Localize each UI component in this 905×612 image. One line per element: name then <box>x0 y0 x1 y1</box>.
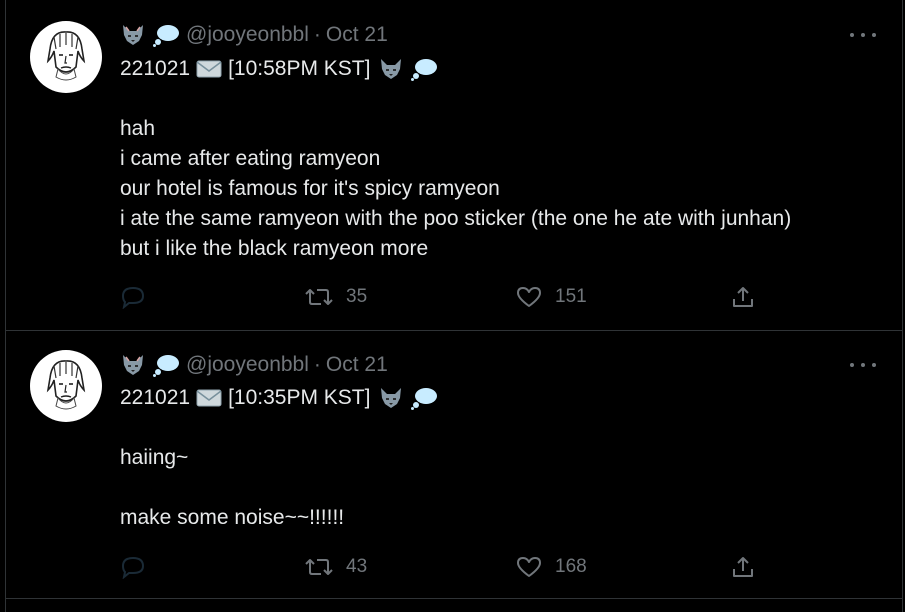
envelope-icon <box>196 388 222 408</box>
retweet-count: 43 <box>346 556 368 577</box>
tweet-line-id: 221021 <box>120 386 191 409</box>
tweet-body: 221021 [10:58PM KST] hah i came after ea… <box>120 54 791 264</box>
retweet-count: 35 <box>346 286 368 307</box>
tweet-text-line: our hotel is famous for it's spicy ramye… <box>120 177 500 200</box>
envelope-icon <box>196 59 222 79</box>
tweet-2[interactable]: @jooyeonbbl · Oct 21 221021 [10:35PM KST… <box>6 331 902 599</box>
avatar-sketch-icon <box>46 360 86 410</box>
tweet-text-line <box>120 473 444 503</box>
tweet-line-time: [10:35PM KST] <box>228 386 371 409</box>
share-icon <box>733 287 753 307</box>
retweet-icon <box>305 559 333 575</box>
tweet-handle[interactable]: @jooyeonbbl <box>186 353 309 377</box>
tweet-handle[interactable]: @jooyeonbbl <box>186 23 309 47</box>
like-button[interactable]: 168 <box>515 552 587 582</box>
reply-icon <box>121 556 145 579</box>
thought-bubble-icon <box>152 353 180 377</box>
tweet-date[interactable]: Oct 21 <box>326 23 388 47</box>
wolf-icon <box>378 386 404 410</box>
tweet-header: @jooyeonbbl · Oct 21 <box>120 22 388 48</box>
heart-icon <box>517 557 541 577</box>
tweet-actions: 43 168 <box>120 552 760 582</box>
like-button[interactable]: 151 <box>515 282 587 312</box>
share-icon <box>733 557 753 577</box>
retweet-icon <box>305 289 333 305</box>
reply-button[interactable] <box>120 282 146 312</box>
avatar-sketch-icon <box>46 31 86 81</box>
like-count: 168 <box>555 556 587 577</box>
reply-button[interactable] <box>120 552 146 582</box>
retweet-button[interactable]: 35 <box>304 282 367 312</box>
tweet-header: @jooyeonbbl · Oct 21 <box>120 352 388 378</box>
more-options-icon[interactable] <box>850 355 876 375</box>
tweet-title-line: 221021 [10:58PM KST] <box>120 54 791 84</box>
tweet-date[interactable]: Oct 21 <box>326 353 388 377</box>
avatar[interactable] <box>30 350 102 422</box>
retweet-button[interactable]: 43 <box>304 552 367 582</box>
share-button[interactable] <box>731 552 755 582</box>
wolf-icon <box>378 57 404 81</box>
tweet-1[interactable]: @jooyeonbbl · Oct 21 221021 [10:58PM KST… <box>6 0 902 331</box>
tweet-title-line: 221021 [10:35PM KST] <box>120 383 444 413</box>
reply-icon <box>121 286 145 309</box>
header-separator: · <box>313 353 321 376</box>
thought-bubble-icon <box>152 23 180 47</box>
tweet-text-line: hah <box>120 117 156 140</box>
tweet-text-line: but i like the black ramyeon more <box>120 237 429 260</box>
tweet-text-line: i came after eating ramyeon <box>120 147 381 170</box>
tweet-line-id: 221021 <box>120 57 191 80</box>
right-border <box>902 0 903 612</box>
avatar[interactable] <box>30 21 102 93</box>
wolf-icon <box>120 23 146 47</box>
thought-bubble-icon <box>410 386 438 410</box>
tweet-text-line: make some noise~~!!!!!! <box>120 506 345 529</box>
like-count: 151 <box>555 286 587 307</box>
tweet-line-time: [10:58PM KST] <box>228 57 371 80</box>
tweet-body: 221021 [10:35PM KST] haiing~ make some n… <box>120 383 444 533</box>
header-separator: · <box>313 23 321 46</box>
wolf-icon <box>120 353 146 377</box>
more-options-icon[interactable] <box>850 25 876 45</box>
tweet-text-line: haiing~ <box>120 446 189 469</box>
heart-icon <box>517 287 541 307</box>
tweet-text-line: i ate the same ramyeon with the poo stic… <box>120 207 792 230</box>
tweet-actions: 35 151 <box>120 282 760 312</box>
share-button[interactable] <box>731 282 755 312</box>
thought-bubble-icon <box>410 57 438 81</box>
